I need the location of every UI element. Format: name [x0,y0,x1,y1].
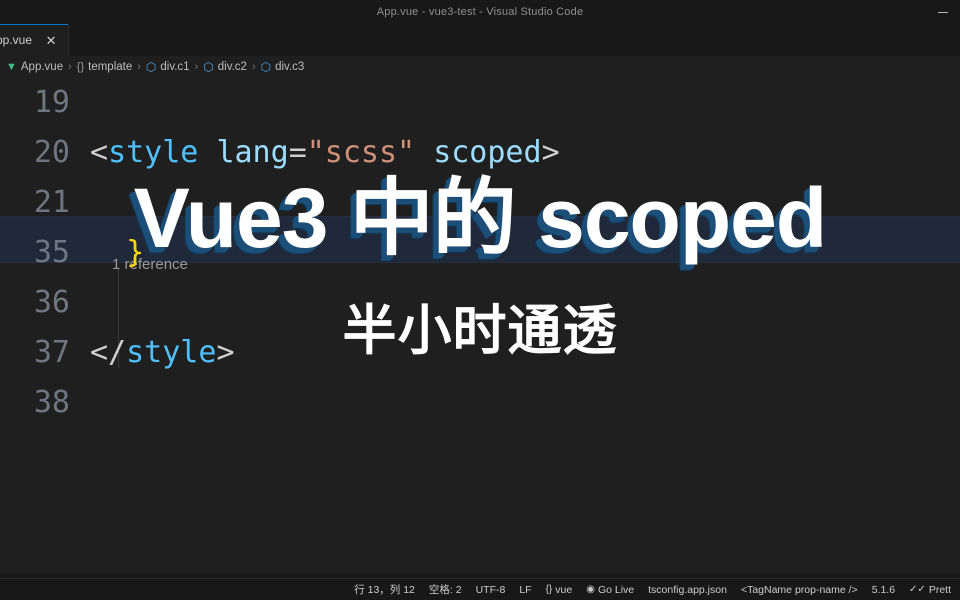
breadcrumb-item-div-c3[interactable]: ⬡ div.c3 [261,61,305,73]
close-icon[interactable]: ✕ [44,34,58,47]
window-title: App.vue - vue3-test - Visual Studio Code [376,6,584,18]
cube-icon: ⬡ [203,60,214,74]
vscode-window: App.vue - vue3-test - Visual Studio Code… [0,0,960,600]
status-tsconfig[interactable]: tsconfig.app.json [641,579,734,600]
token-tag-name: style [126,335,217,370]
title-bar: App.vue - vue3-test - Visual Studio Code [0,0,960,24]
status-label: 5.1.6 [871,583,896,596]
breadcrumb-label: template [88,61,133,73]
cube-icon: ⬡ [145,60,157,74]
cube-icon: ⬡ [260,60,272,74]
breadcrumb-label: div.c1 [160,61,190,73]
line-number: 35 [33,235,70,270]
status-label: <TagName prop-name /> [740,583,858,596]
braces-icon: {} [76,61,85,73]
editor-tab-app-vue[interactable]: pp.vue ✕ [0,24,70,56]
code-line[interactable]: 37 </style> [0,328,960,378]
checkmarks-icon: ✓✓ [909,583,926,595]
tab-bar-empty-area [69,24,960,56]
breadcrumb-separator: › [137,61,141,73]
status-encoding[interactable]: UTF-8 [469,579,513,600]
line-number: 36 [33,285,70,320]
breadcrumb-label: App.vue [20,61,64,73]
breadcrumb-separator: › [251,61,256,73]
line-number: 21 [33,185,70,220]
token-attr-lang: lang [216,135,289,170]
status-language-mode[interactable]: {} vue [539,579,580,600]
breadcrumb-item-div-c1[interactable]: ⬡ div.c1 [146,61,190,73]
breadcrumb-label: div.c2 [217,61,247,73]
status-label: LF [519,583,532,596]
status-indentation[interactable]: 空格: 2 [422,579,469,600]
status-tag-props[interactable]: <TagName prop-name /> [734,579,865,600]
line-number: 19 [33,85,70,120]
status-line-endings[interactable]: LF [512,579,538,600]
token-open-close-angle: </ [90,335,127,370]
status-label: UTF-8 [475,583,506,596]
token-attr-scoped: scoped [433,135,542,170]
line-text: <style lang="scss" scoped> [82,128,560,178]
status-label: Go Live [597,583,635,596]
minimize-icon [938,11,948,13]
breadcrumb-separator: › [68,61,72,73]
status-label: Prett [928,583,951,596]
status-bar: 行 13，列 12 空格: 2 UTF-8 LF {} vue ◉ Go Liv… [0,578,960,600]
status-label: vue [555,583,573,596]
status-label: tsconfig.app.json [648,583,727,596]
code-line[interactable]: 38 [0,378,960,428]
token-tag-name: style [108,135,199,170]
status-label: 空格: 2 [428,583,462,596]
status-cursor-position[interactable]: 行 13，列 12 [347,579,422,600]
code-line[interactable]: 19 [0,78,960,128]
token-equals: = [288,135,307,170]
code-line[interactable]: 35 } [0,228,960,278]
breadcrumb-item-div-c2[interactable]: ⬡ div.c2 [203,61,247,73]
token-attr-value: "scss" [306,135,416,170]
line-number: 37 [33,335,70,370]
breadcrumb-separator: › [194,61,199,73]
status-go-live[interactable]: ◉ Go Live [579,579,641,600]
braces-icon: {} [545,583,553,595]
breadcrumb-label: div.c3 [275,61,305,73]
code-line[interactable]: 20 <style lang="scss" scoped> [0,128,960,178]
token-close-angle: > [541,135,560,170]
breadcrumb: ▼ App.vue › {} template › ⬡ div.c1 › ⬡ d… [0,56,960,78]
code-editor[interactable]: 19 20 <style lang="scss" scoped> 1 refer… [0,78,960,574]
vue-file-icon: ▼ [6,60,17,73]
breadcrumb-item-template[interactable]: {} template [77,61,132,73]
line-number: 20 [33,135,70,170]
broadcast-icon: ◉ [586,583,595,595]
status-label: 行 13，列 12 [354,583,415,596]
line-text: </style> [82,328,235,378]
window-controls [926,0,960,24]
code-content: 19 20 <style lang="scss" scoped> 1 refer… [0,78,960,428]
line-text: } [82,228,144,278]
tab-bar: pp.vue ✕ [0,24,960,56]
status-version[interactable]: 5.1.6 [865,579,902,600]
breadcrumb-item-app-vue[interactable]: ▼ App.vue [6,61,63,73]
token-close-angle: > [216,335,235,370]
minimize-button[interactable] [926,0,960,24]
status-prettier[interactable]: ✓✓ Prett [902,579,958,600]
code-line[interactable]: 36 [0,278,960,328]
tab-label: pp.vue [0,33,33,47]
line-number: 38 [33,385,70,420]
token-close-brace: } [126,235,145,270]
token-open-angle: < [90,135,109,170]
code-line[interactable]: 21 [0,178,960,228]
